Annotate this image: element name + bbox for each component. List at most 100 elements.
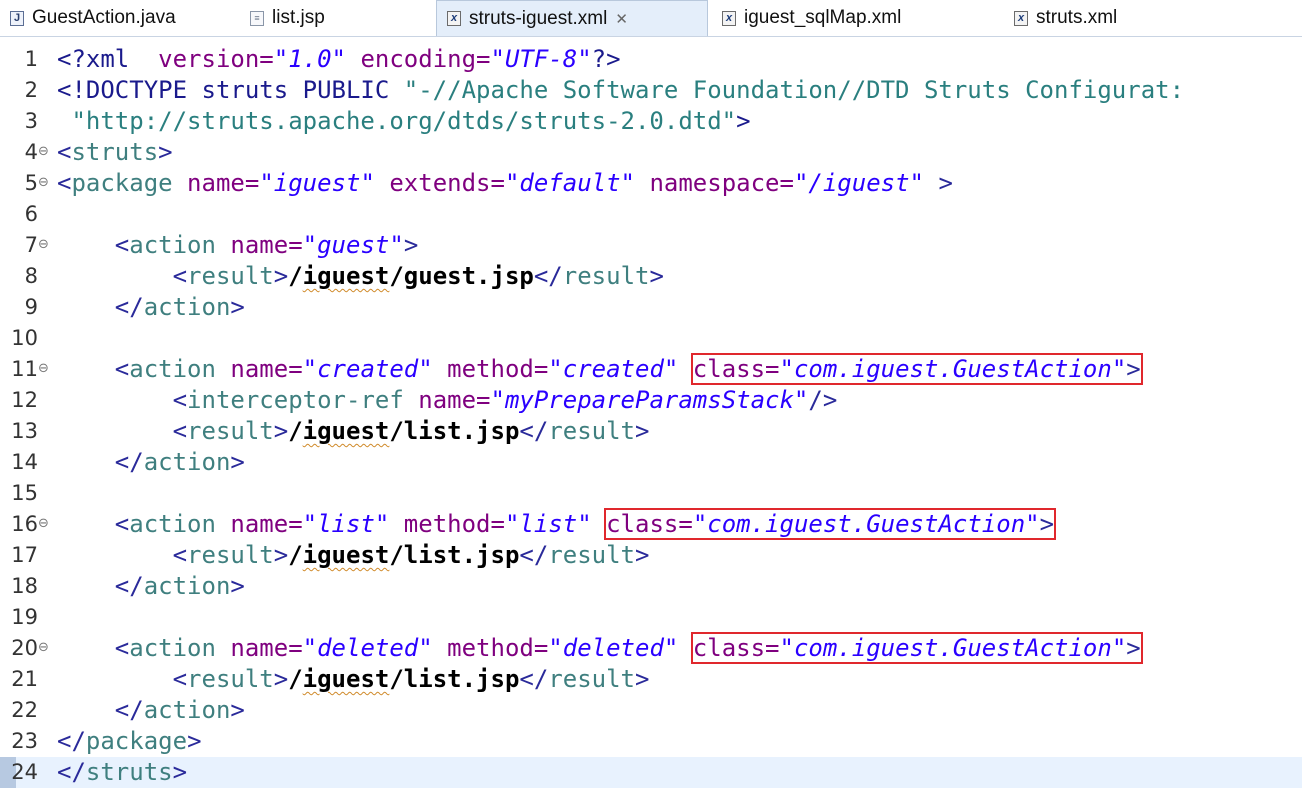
code-token: action [129, 231, 216, 259]
fold-toggle-icon[interactable]: ⊖ [38, 354, 54, 385]
code-line[interactable]: 11 ⊖ <action name="created" method="creat… [0, 353, 1302, 385]
code-token: < [57, 138, 72, 166]
line-number: 5 [24, 171, 38, 195]
code-token: ?> [591, 45, 621, 73]
code-token: interceptor-ref [187, 386, 404, 414]
code-token: "com.iguest.GuestAction" [779, 355, 1127, 383]
code-line[interactable]: 5 ⊖ <package name="iguest" extends="defaul… [0, 168, 1302, 199]
line-number: 2 [24, 78, 38, 102]
fold-toggle-icon[interactable]: ⊖ [38, 168, 54, 199]
code-token: /> [808, 386, 838, 414]
code-token: method= [389, 510, 505, 538]
code-token: </ [519, 665, 549, 693]
code-editor[interactable]: 1 <?xml version="1.0" encoding="UTF-8"?> 2… [0, 44, 1302, 806]
line-number: 8 [24, 264, 38, 288]
fold-toggle-icon[interactable]: ⊖ [38, 509, 54, 540]
code-line[interactable]: 24 </struts> [0, 757, 1302, 788]
fold-toggle-icon[interactable]: ⊖ [38, 633, 54, 664]
code-token: "guest" [302, 231, 404, 259]
code-token: "-//Apache Software Foundation//DTD Stru… [403, 76, 1185, 104]
code-line[interactable]: 23 </package> [0, 726, 1302, 757]
code-token: </ [519, 541, 549, 569]
code-line[interactable]: 22 </action> [0, 695, 1302, 726]
code-token: </ [533, 262, 563, 290]
line-number: 15 [11, 481, 38, 505]
code-line[interactable]: 15 [0, 478, 1302, 509]
code-token: name= [215, 231, 303, 259]
code-token: action [129, 355, 216, 383]
code-text: "http://struts.apache.org/dtds/struts-2.… [57, 106, 751, 137]
code-token: > [635, 417, 650, 445]
line-number: 20 [11, 636, 38, 660]
code-token: iguest [302, 417, 390, 445]
code-token: class= [606, 510, 693, 538]
line-number: 10 [11, 326, 38, 350]
code-token: </ [57, 572, 144, 600]
code-line[interactable]: 14 </action> [0, 447, 1302, 478]
line-number: 9 [24, 295, 38, 319]
code-line[interactable]: 3 "http://struts.apache.org/dtds/struts-… [0, 106, 1302, 137]
code-token: "myPrepareParamsStack" [490, 386, 809, 414]
code-token: class= [692, 355, 780, 383]
code-line[interactable]: 9 </action> [0, 292, 1302, 323]
code-line[interactable]: 10 [0, 323, 1302, 354]
tab-struts-iguest-xml[interactable]: x struts-iguest.xml ✕ [436, 0, 708, 36]
line-number: 17 [11, 543, 38, 567]
code-text: <struts> [57, 137, 173, 168]
line-number: 1 [24, 47, 38, 71]
line-number: 4 [24, 140, 38, 164]
code-line[interactable]: 16 ⊖ <action name="list" method="list" cl… [0, 508, 1302, 540]
code-token: > [649, 262, 664, 290]
code-token: > [1039, 510, 1055, 538]
code-line[interactable]: 7 ⊖ <action name="guest"> [0, 230, 1302, 261]
code-token: struts [71, 138, 159, 166]
fold-toggle-icon[interactable]: ⊖ [38, 230, 54, 261]
code-line[interactable]: 8 <result>/iguest/guest.jsp</result> [0, 261, 1302, 292]
code-token: /guest.jsp [389, 262, 534, 290]
code-text: </action> [57, 695, 245, 726]
code-line[interactable]: 21 <result>/iguest/list.jsp</result> [0, 664, 1302, 695]
tab-iguest-sqlmap-xml[interactable]: x iguest_sqlMap.xml [712, 0, 997, 36]
code-token: > [1126, 634, 1141, 662]
code-token: > [230, 448, 245, 476]
code-line[interactable]: 4 ⊖ <struts> [0, 137, 1302, 168]
code-text: </action> [57, 447, 245, 478]
code-token: > [273, 262, 289, 290]
code-line[interactable]: 6 [0, 199, 1302, 230]
code-text: <result>/iguest/list.jsp</result> [57, 416, 650, 447]
code-text: <result>/iguest/guest.jsp</result> [57, 261, 664, 292]
tab-list-jsp[interactable]: ≡ list.jsp [240, 0, 430, 36]
code-token: result [187, 417, 274, 445]
code-token: </ [57, 758, 86, 786]
line-number: 14 [11, 450, 38, 474]
code-token: name= [215, 355, 303, 383]
code-token: "created" [302, 355, 433, 383]
code-token: > [172, 758, 188, 786]
fold-toggle-icon[interactable]: ⊖ [38, 137, 54, 168]
code-line[interactable]: 17 <result>/iguest/list.jsp</result> [0, 540, 1302, 571]
code-text: <action name="guest"> [57, 230, 418, 261]
code-token: </ [57, 727, 86, 755]
code-line[interactable]: 1 <?xml version="1.0" encoding="UTF-8"?> [0, 44, 1302, 75]
code-line[interactable]: 12 <interceptor-ref name="myPrepareParam… [0, 385, 1302, 416]
close-icon[interactable]: ✕ [615, 10, 628, 28]
line-number: 23 [11, 729, 38, 753]
java-file-icon: J [10, 10, 24, 26]
code-token: </ [519, 417, 549, 445]
code-token: <!DOCTYPE struts PUBLIC [57, 76, 404, 104]
code-line[interactable]: 18 </action> [0, 571, 1302, 602]
code-token: result [187, 665, 274, 693]
code-token: "deleted" [302, 634, 433, 662]
code-token: method= [432, 355, 549, 383]
tab-guestaction-java[interactable]: J GuestAction.java [0, 0, 230, 36]
code-token: > [736, 107, 751, 135]
code-line[interactable]: 20 ⊖ <action name="deleted" method="delet… [0, 632, 1302, 664]
code-token: "/iguest" [793, 169, 924, 197]
code-line[interactable]: 19 [0, 602, 1302, 633]
code-token: "list" [302, 510, 390, 538]
code-line[interactable]: 13 <result>/iguest/list.jsp</result> [0, 416, 1302, 447]
code-line[interactable]: 2 <!DOCTYPE struts PUBLIC "-//Apache Soft… [0, 75, 1302, 106]
code-token: / [288, 262, 303, 290]
tab-struts-xml[interactable]: x struts.xml [1004, 0, 1204, 36]
